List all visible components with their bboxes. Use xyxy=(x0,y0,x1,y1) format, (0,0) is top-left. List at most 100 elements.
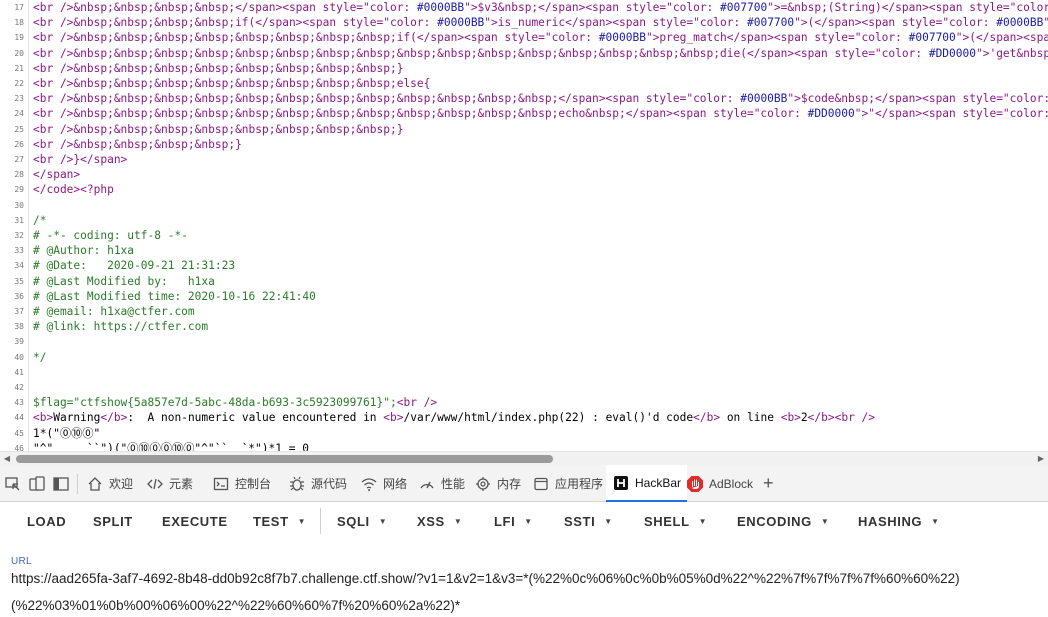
caret-down-icon: ▼ xyxy=(604,516,613,526)
devtools-tab-bar: 欢迎 元素 控制台 源代码 网络 性能 内存 应用程序 HackBar AdBl… xyxy=(0,465,1048,502)
code-token: <br />&nbsp;&nbsp;&nbsp;&nbsp;} xyxy=(33,137,242,151)
url-value-line-2[interactable]: (%22%03%01%0b%00%06%00%22^%22%60%60%7f%2… xyxy=(11,598,460,613)
code-token: <br />&nbsp;&nbsp;&nbsp;&nbsp;&nbsp;&nbs… xyxy=(33,122,404,136)
button-label: XSS xyxy=(417,513,445,529)
tab-application[interactable]: 应用程序 xyxy=(532,465,603,502)
execute-button[interactable]: EXECUTE xyxy=(162,502,228,540)
code-brackets-icon xyxy=(146,475,164,493)
source-line: 20 <br />&nbsp;&nbsp;&nbsp;&nbsp;&nbsp;&n… xyxy=(0,46,1048,61)
code-token: #007700 xyxy=(908,31,956,45)
button-label: EXECUTE xyxy=(162,513,228,529)
scrollbar-thumb[interactable] xyxy=(16,455,553,463)
source-line: 18 <br />&nbsp;&nbsp;&nbsp;&nbsp;if(</spa… xyxy=(0,15,1048,30)
code-token: #0000BB xyxy=(416,1,465,14)
hashing-dropdown[interactable]: HASHING ▼ xyxy=(858,502,940,540)
tab-sources[interactable]: 源代码 xyxy=(288,465,347,502)
line-code: 1*("⓪⑩⓪" xyxy=(33,426,100,441)
bug-icon xyxy=(288,475,306,493)
line-number: 38 xyxy=(14,322,24,332)
tab-memory[interactable]: 内存 xyxy=(474,465,521,502)
lfi-dropdown[interactable]: LFI ▼ xyxy=(494,502,533,540)
code-token: <br />&nbsp;&nbsp;&nbsp;&nbsp;&nbsp;&nbs… xyxy=(33,107,808,121)
tab-network[interactable]: 网络 xyxy=(360,465,407,502)
memory-chip-icon xyxy=(474,475,492,493)
caret-down-icon: ▼ xyxy=(453,516,463,526)
scroll-right-arrow-icon[interactable]: ▶ xyxy=(1036,454,1046,464)
hackbar-icon xyxy=(612,474,630,492)
tab-hackbar[interactable]: HackBar xyxy=(606,465,688,502)
caret-down-icon: ▼ xyxy=(931,516,940,526)
line-code: # @Last Modified by: h1xa xyxy=(33,274,215,289)
code-token: /var/www/html/index.php(22) : eval()'d c… xyxy=(403,411,694,425)
encoding-dropdown[interactable]: ENCODING ▼ xyxy=(737,502,829,540)
horizontal-scrollbar[interactable]: ◀ ▶ xyxy=(0,451,1048,465)
line-code: <br />&nbsp;&nbsp;&nbsp;&nbsp;&nbsp;&nbs… xyxy=(33,91,1048,106)
code-token: </span> xyxy=(33,168,81,182)
line-code: <br />&nbsp;&nbsp;&nbsp;&nbsp;&nbsp;&nbs… xyxy=(33,122,403,137)
line-code: # @email: h1xa@ctfer.com xyxy=(33,304,195,319)
line-number: 43 xyxy=(14,398,24,408)
code-token: /* xyxy=(33,213,47,227)
performance-icon xyxy=(418,475,436,493)
tab-welcome[interactable]: 欢迎 xyxy=(86,465,133,502)
tab-adblock[interactable]: AdBlock xyxy=(686,465,753,502)
tab-elements[interactable]: 元素 xyxy=(146,465,193,502)
url-value-line-1[interactable]: https://aad265fa-3af7-4692-8b48-dd0b92c8… xyxy=(11,571,960,586)
code-token: <br />&nbsp;&nbsp;&nbsp;&nbsp;&nbsp;&nbs… xyxy=(33,77,431,90)
code-token: ">(</span><span sty xyxy=(955,31,1048,45)
ssti-dropdown[interactable]: SSTI ▼ xyxy=(564,502,613,540)
source-line: 41 xyxy=(0,365,1048,380)
xss-dropdown[interactable]: XSS ▼ xyxy=(417,502,462,540)
code-token: <b> xyxy=(33,411,54,425)
device-emulation-icon[interactable] xyxy=(28,475,46,493)
sqli-dropdown[interactable]: SQLI ▼ xyxy=(337,502,387,540)
source-line: 31 /* xyxy=(0,213,1048,228)
code-token: <br />}</span> xyxy=(33,153,128,166)
line-code: <br />}</span> xyxy=(33,152,127,167)
code-token: #0000BB xyxy=(740,92,788,106)
url-label: URL xyxy=(11,556,32,567)
line-number: 23 xyxy=(14,94,24,104)
line-number: 46 xyxy=(14,443,24,451)
caret-down-icon: ▼ xyxy=(698,516,708,526)
test-dropdown[interactable]: TEST ▼ xyxy=(253,502,306,540)
dock-side-icon[interactable] xyxy=(52,475,70,493)
line-code: <b>Warning</b>: A non-numeric value enco… xyxy=(33,410,875,425)
tab-console[interactable]: 控制台 xyxy=(212,465,271,502)
code-token: </b> xyxy=(693,411,721,425)
source-line: 21 <br />&nbsp;&nbsp;&nbsp;&nbsp;&nbsp;&n… xyxy=(0,61,1048,76)
line-number: 27 xyxy=(14,155,24,164)
line-code: </code><?php xyxy=(33,182,114,197)
inspect-element-icon[interactable] xyxy=(4,475,22,493)
code-token: <br />&nbsp;&nbsp;&nbsp;&nbsp;if(</span>… xyxy=(33,16,438,30)
line-code: <br />&nbsp;&nbsp;&nbsp;&nbsp;&nbsp;&nbs… xyxy=(33,30,1048,45)
code-token: # @email: h1xa@ctfer.com xyxy=(33,305,195,318)
tab-performance[interactable]: 性能 xyxy=(418,465,465,502)
tab-label: 网络 xyxy=(383,477,408,491)
code-token: <br /> xyxy=(396,396,438,410)
line-number: 44 xyxy=(14,413,24,423)
load-button[interactable]: LOAD xyxy=(27,502,66,540)
line-code: */ xyxy=(33,350,46,365)
add-tab-button[interactable]: + xyxy=(763,465,774,502)
code-token: #007700 xyxy=(746,16,795,30)
code-token: #0000BB xyxy=(996,16,1044,30)
source-line: 19 <br />&nbsp;&nbsp;&nbsp;&nbsp;&nbsp;&n… xyxy=(0,30,1048,45)
code-token: ">preg_match</span><span style="color: xyxy=(645,31,909,45)
source-line: 22 <br />&nbsp;&nbsp;&nbsp;&nbsp;&nbsp;&n… xyxy=(0,76,1048,91)
page-source-view[interactable]: 17 <br />&nbsp;&nbsp;&nbsp;&nbsp;</span><… xyxy=(0,0,1048,451)
line-number: 29 xyxy=(14,185,24,195)
button-label: TEST xyxy=(253,513,289,529)
source-line: 28 </span> xyxy=(0,167,1048,182)
line-number: 36 xyxy=(14,291,24,301)
scroll-left-arrow-icon[interactable]: ◀ xyxy=(2,454,12,464)
code-token: # @Date: 2020-09-21 21:31:23 xyxy=(33,259,236,273)
source-line: 30 xyxy=(0,198,1048,213)
code-token: ">"</span><span style="color: xyxy=(854,107,1048,121)
shell-dropdown[interactable]: SHELL ▼ xyxy=(644,502,707,540)
split-button[interactable]: SPLIT xyxy=(93,502,133,540)
line-code: <br />&nbsp;&nbsp;&nbsp;&nbsp;</span><sp… xyxy=(33,0,1048,15)
wifi-icon xyxy=(360,475,378,493)
url-field[interactable]: URL https://aad265fa-3af7-4692-8b48-dd0b… xyxy=(0,540,1048,617)
code-token: ">'get&nbsp;out& xyxy=(975,46,1048,60)
